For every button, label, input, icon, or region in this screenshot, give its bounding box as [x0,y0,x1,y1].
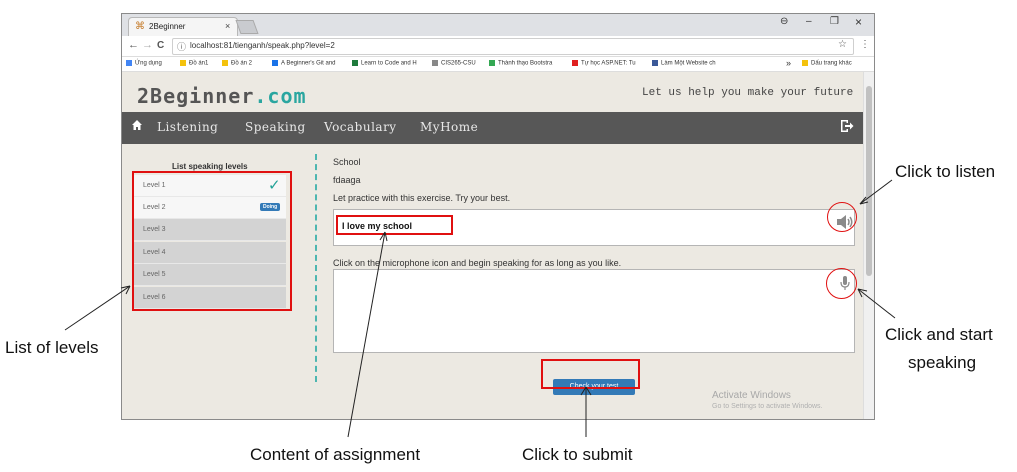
arrow-listen [859,179,893,205]
arrow-speak [857,288,896,319]
arrow-content [347,231,386,438]
arrow-levels [64,285,131,331]
annotation-arrows [64,179,896,438]
